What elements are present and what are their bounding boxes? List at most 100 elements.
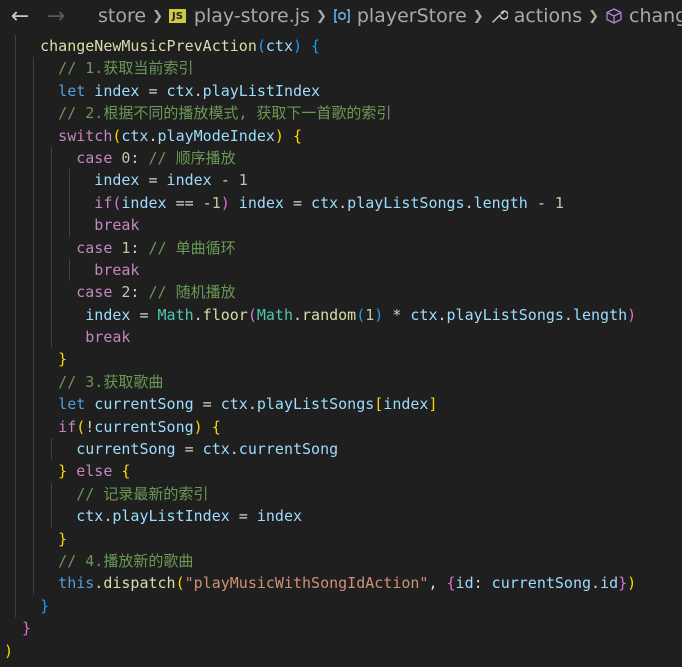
code-line: break (0, 214, 682, 237)
code-line: } (0, 594, 682, 618)
indent-guide (69, 214, 71, 237)
indent-guide (15, 549, 17, 573)
code-text: changeNewMusicPrevAction(ctx) { (40, 35, 320, 57)
code-token: : (130, 148, 149, 167)
code-text: ctx.playListIndex = index (76, 505, 302, 527)
indent-guide (33, 102, 35, 125)
code-text: case 1: // 单曲循环 (76, 237, 235, 259)
code-token: . (437, 305, 447, 324)
code-token: . (247, 395, 257, 414)
crumb-store[interactable]: store (98, 5, 146, 27)
code-token: let (58, 81, 86, 100)
indent-guide (33, 79, 35, 103)
code-line: if(index == -1) index = ctx.playListSong… (0, 191, 682, 215)
code-token: } (40, 596, 50, 615)
code-token: } (58, 529, 68, 548)
code-token: ) (627, 574, 637, 593)
cube-icon (606, 8, 622, 24)
code-token: dispatch (103, 574, 176, 593)
code-token: break (94, 260, 140, 279)
indent-guide (15, 326, 17, 349)
code-token: = (139, 81, 167, 100)
code-text: } (40, 595, 49, 617)
code-token: . (94, 574, 104, 593)
indent-guide (33, 57, 35, 80)
code-token: , (428, 574, 447, 593)
code-token: = (139, 171, 167, 190)
breadcrumb-label: store (98, 5, 147, 27)
code-token: ctx (265, 37, 293, 55)
code-token: = (283, 193, 312, 212)
code-token: } (58, 462, 68, 481)
code-text: if(index == -1) index = ctx.playListSong… (94, 192, 564, 214)
code-text: this.dispatch("playMusicWithSongIdAction… (58, 572, 636, 594)
code-token: // 1.获取当前索引 (58, 59, 194, 78)
breadcrumb-label: chang (629, 5, 682, 27)
code-token: case (76, 238, 113, 257)
indent-guide (15, 370, 17, 394)
code-text: // 2.根据不同的播放模式, 获取下一首歌的索引 (58, 102, 391, 124)
code-text: // 1.获取当前索引 (58, 57, 193, 79)
indent-guide (15, 35, 17, 58)
code-text: currentSong = ctx.currentSong (76, 438, 338, 460)
indent-guide (15, 393, 17, 416)
code-token: // 3.获取歌曲 (58, 372, 164, 391)
code-token: } (58, 350, 68, 369)
indent-guide (51, 281, 53, 304)
indent-guide (33, 572, 35, 595)
crumb-play-store-file[interactable]: JS play-store.js (168, 5, 310, 27)
code-token: currentSong (76, 440, 176, 459)
code-text: // 3.获取歌曲 (58, 371, 163, 393)
indent-guide (15, 438, 17, 461)
code-token: index (238, 193, 284, 212)
crumb-change-action[interactable]: chang (605, 5, 682, 27)
code-token: } (618, 574, 628, 593)
indent-guide (51, 505, 53, 528)
indent-guide (51, 146, 53, 170)
code-token: case (76, 148, 113, 167)
code-token: Math (256, 305, 293, 324)
code-text: ) (4, 640, 13, 662)
code-line: ctx.playListIndex = index (0, 505, 682, 528)
code-token: ) (220, 193, 230, 212)
code-line: index = Math.floor(Math.random(1) * ctx.… (0, 303, 682, 327)
indent-guide (33, 236, 35, 259)
code-token: . (591, 574, 601, 593)
code-text: } (22, 617, 31, 639)
code-line: // 2.根据不同的播放模式, 获取下一首歌的索引 (0, 102, 682, 125)
code-token: ( (175, 574, 185, 593)
code-token: Math (157, 305, 194, 324)
wrench-icon (491, 10, 508, 23)
arrow-right-icon[interactable]: → (38, 4, 74, 29)
code-token: if (94, 193, 113, 212)
crumb-actions[interactable]: actions (490, 5, 582, 27)
indent-guide (33, 303, 35, 327)
code-text: // 记录最新的索引 (76, 483, 208, 505)
arrow-left-icon[interactable]: ← (2, 4, 38, 29)
code-line: } (0, 348, 682, 371)
indent-guide (69, 258, 71, 282)
code-area[interactable]: changeNewMusicPrevAction(ctx) { // 1.获取当前… (0, 35, 682, 662)
indent-guide (33, 527, 35, 550)
variable-icon (334, 9, 350, 23)
indent-guide (33, 415, 35, 439)
code-token: // 2.根据不同的播放模式, 获取下一首歌的索引 (58, 104, 392, 123)
code-token: ctx (121, 126, 149, 145)
code-token: ctx (311, 193, 339, 212)
code-text: break (94, 259, 139, 281)
code-token: length (473, 193, 528, 212)
code-text: let currentSong = ctx.playListSongs[inde… (58, 393, 437, 415)
code-token: // 4.播放新的歌曲 (58, 551, 194, 570)
code-token: { (211, 417, 221, 436)
code-token: : (130, 283, 149, 302)
code-token: switch (58, 126, 113, 145)
indent-guide (33, 505, 35, 528)
code-token: id (600, 574, 619, 593)
code-token: - (527, 193, 555, 212)
code-token: ( (356, 305, 366, 324)
code-token: 1 (365, 305, 375, 324)
code-token: playListIndex (202, 81, 321, 100)
indent-guide (15, 594, 17, 618)
indent-guide (69, 191, 71, 215)
crumb-player-store[interactable]: playerStore (333, 5, 467, 27)
